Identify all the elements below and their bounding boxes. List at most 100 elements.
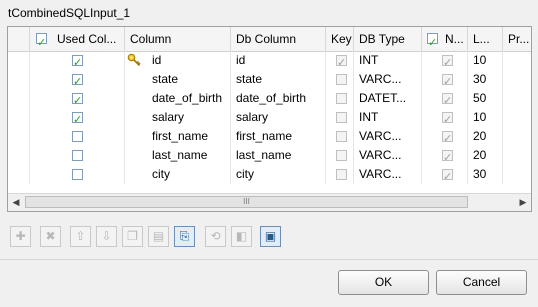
length-cell[interactable]: 20	[468, 127, 503, 146]
db-column-cell[interactable]: date_of_birth	[231, 89, 326, 108]
column-cell[interactable]: last_name	[125, 146, 231, 165]
precision-cell[interactable]	[503, 146, 531, 165]
key-checkbox[interactable]	[336, 74, 347, 85]
header-key[interactable]: Key	[326, 27, 354, 51]
key-checkbox[interactable]	[336, 53, 347, 70]
precision-cell[interactable]	[503, 70, 531, 89]
precision-cell[interactable]	[503, 89, 531, 108]
column-cell[interactable]: city	[125, 165, 231, 184]
header-precision[interactable]: Pr...	[503, 27, 531, 51]
nullable-cell[interactable]	[422, 108, 468, 127]
column-cell[interactable]: state	[125, 70, 231, 89]
header-length[interactable]: L...	[468, 27, 503, 51]
key-checkbox[interactable]	[336, 169, 347, 180]
nullable-cell[interactable]	[422, 146, 468, 165]
db-type-cell[interactable]: VARC...	[354, 70, 422, 89]
used-checkbox[interactable]	[72, 169, 83, 180]
db-type-cell[interactable]: VARC...	[354, 165, 422, 184]
length-cell[interactable]: 10	[468, 51, 503, 70]
row-selector[interactable]	[8, 89, 30, 108]
scroll-left-icon[interactable]: ◀	[8, 194, 24, 210]
key-cell[interactable]	[326, 146, 354, 165]
key-cell[interactable]	[326, 108, 354, 127]
row-selector[interactable]	[8, 127, 30, 146]
key-checkbox[interactable]	[336, 131, 347, 142]
db-column-cell[interactable]: last_name	[231, 146, 326, 165]
db-column-cell[interactable]: city	[231, 165, 326, 184]
table-row[interactable]: date_of_birth date_of_birth DATET... 50	[8, 89, 531, 108]
row-selector[interactable]	[8, 70, 30, 89]
column-cell[interactable]: first_name	[125, 127, 231, 146]
used-cell[interactable]	[30, 51, 125, 70]
precision-cell[interactable]	[503, 165, 531, 184]
length-cell[interactable]: 50	[468, 89, 503, 108]
scroll-right-icon[interactable]: ▶	[515, 194, 531, 210]
db-type-cell[interactable]: INT	[354, 108, 422, 127]
db-type-cell[interactable]: DATET...	[354, 89, 422, 108]
reset-button[interactable]: ⟲	[205, 226, 226, 247]
key-checkbox[interactable]	[336, 93, 347, 104]
scroll-thumb[interactable]: III	[25, 196, 468, 208]
db-type-cell[interactable]: VARC...	[354, 127, 422, 146]
length-cell[interactable]: 30	[468, 70, 503, 89]
copy-button[interactable]: ❐	[122, 226, 143, 247]
used-checkbox[interactable]	[72, 91, 83, 108]
save-button[interactable]: ▣	[260, 226, 281, 247]
row-selector[interactable]	[8, 51, 30, 70]
row-selector[interactable]	[8, 165, 30, 184]
nullable-cell[interactable]	[422, 165, 468, 184]
db-type-cell[interactable]: VARC...	[354, 146, 422, 165]
key-checkbox[interactable]	[336, 150, 347, 161]
used-cell[interactable]	[30, 70, 125, 89]
key-cell[interactable]	[326, 70, 354, 89]
nullable-cell[interactable]	[422, 89, 468, 108]
remove-row-button[interactable]: ✖	[40, 226, 61, 247]
key-cell[interactable]	[326, 165, 354, 184]
ok-button[interactable]: OK	[338, 270, 429, 295]
used-cell[interactable]	[30, 146, 125, 165]
move-up-button[interactable]: ⇧	[70, 226, 91, 247]
table-row[interactable]: id id INT 10	[8, 51, 531, 70]
row-selector[interactable]	[8, 108, 30, 127]
nullable-checkbox[interactable]	[442, 53, 453, 70]
nullable-checkbox[interactable]	[442, 167, 453, 184]
used-checkbox[interactable]	[72, 53, 83, 70]
row-selector[interactable]	[8, 146, 30, 165]
header-used-columns[interactable]: Used Col...	[30, 27, 125, 51]
used-checkbox[interactable]	[72, 131, 83, 142]
key-cell[interactable]	[326, 89, 354, 108]
length-cell[interactable]: 20	[468, 146, 503, 165]
used-cell[interactable]	[30, 108, 125, 127]
db-type-cell[interactable]: INT	[354, 51, 422, 70]
add-row-button[interactable]: ✚	[10, 226, 31, 247]
move-down-button[interactable]: ⇩	[96, 226, 117, 247]
precision-cell[interactable]	[503, 127, 531, 146]
db-column-cell[interactable]: id	[231, 51, 326, 70]
header-used-checkbox[interactable]	[36, 31, 47, 51]
key-checkbox[interactable]	[336, 112, 347, 123]
key-cell[interactable]	[326, 127, 354, 146]
used-cell[interactable]	[30, 127, 125, 146]
column-cell[interactable]: salary	[125, 108, 231, 127]
header-column[interactable]: Column	[125, 27, 231, 51]
key-cell[interactable]	[326, 51, 354, 70]
table-row[interactable]: last_name last_name VARC... 20	[8, 146, 531, 165]
length-cell[interactable]: 30	[468, 165, 503, 184]
db-column-cell[interactable]: first_name	[231, 127, 326, 146]
used-cell[interactable]	[30, 165, 125, 184]
paste-button[interactable]: ▤	[148, 226, 169, 247]
nullable-cell[interactable]	[422, 127, 468, 146]
column-cell[interactable]: id	[125, 51, 231, 70]
nullable-checkbox[interactable]	[442, 91, 453, 108]
table-row[interactable]: city city VARC... 30	[8, 165, 531, 184]
nullable-cell[interactable]	[422, 70, 468, 89]
table-row[interactable]: first_name first_name VARC... 20	[8, 127, 531, 146]
export-button[interactable]: ◧	[231, 226, 252, 247]
precision-cell[interactable]	[503, 108, 531, 127]
nullable-checkbox[interactable]	[442, 129, 453, 146]
used-cell[interactable]	[30, 89, 125, 108]
header-db-column[interactable]: Db Column	[231, 27, 326, 51]
nullable-cell[interactable]	[422, 51, 468, 70]
length-cell[interactable]: 10	[468, 108, 503, 127]
used-checkbox[interactable]	[72, 110, 83, 127]
